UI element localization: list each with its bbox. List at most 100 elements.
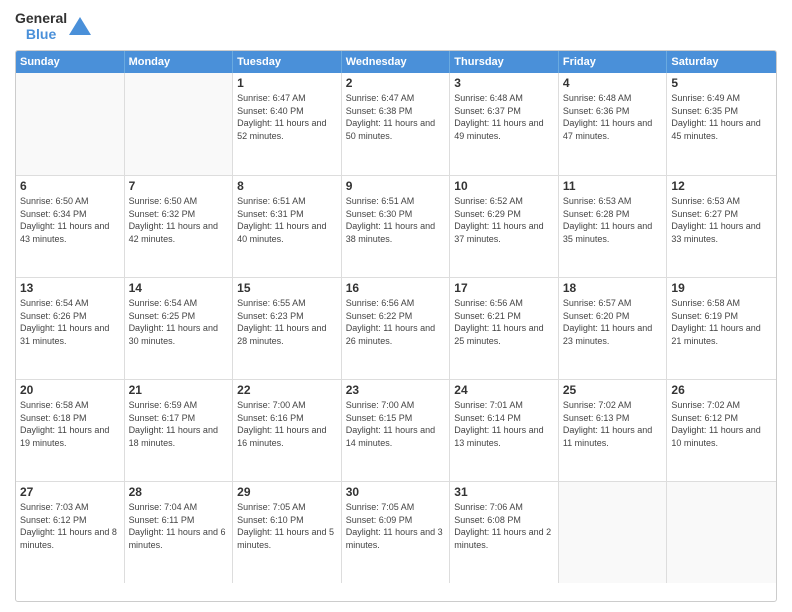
calendar-cell: 9 Sunrise: 6:51 AM Sunset: 6:30 PM Daylig…: [342, 176, 451, 277]
calendar-cell: 28 Sunrise: 7:04 AM Sunset: 6:11 PM Dayli…: [125, 482, 234, 583]
day-info: Sunrise: 6:50 AM Sunset: 6:34 PM Dayligh…: [20, 195, 120, 245]
day-info: Sunrise: 7:05 AM Sunset: 6:09 PM Dayligh…: [346, 501, 446, 551]
day-number: 23: [346, 383, 446, 397]
calendar-cell: 15 Sunrise: 6:55 AM Sunset: 6:23 PM Dayli…: [233, 278, 342, 379]
calendar-cell: 6 Sunrise: 6:50 AM Sunset: 6:34 PM Daylig…: [16, 176, 125, 277]
day-number: 22: [237, 383, 337, 397]
calendar-cell: 7Sunrise: 6:50 AM Sunset: 6:32 PM Daylig…: [125, 176, 234, 277]
calendar-cell: 3 Sunrise: 6:48 AM Sunset: 6:37 PM Daylig…: [450, 73, 559, 175]
day-number: 9: [346, 179, 446, 193]
calendar-row-2: 13 Sunrise: 6:54 AM Sunset: 6:26 PM Dayli…: [16, 277, 776, 379]
day-info: Sunrise: 6:58 AM Sunset: 6:19 PM Dayligh…: [671, 297, 772, 347]
calendar-cell: [667, 482, 776, 583]
calendar-cell: 17Sunrise: 6:56 AM Sunset: 6:21 PM Dayli…: [450, 278, 559, 379]
day-number: 5: [671, 76, 772, 90]
day-info: Sunrise: 6:59 AM Sunset: 6:17 PM Dayligh…: [129, 399, 229, 449]
day-info: Sunrise: 7:04 AM Sunset: 6:11 PM Dayligh…: [129, 501, 229, 551]
day-info: Sunrise: 7:00 AM Sunset: 6:15 PM Dayligh…: [346, 399, 446, 449]
day-info: Sunrise: 6:56 AM Sunset: 6:21 PM Dayligh…: [454, 297, 554, 347]
calendar-cell: 11 Sunrise: 6:53 AM Sunset: 6:28 PM Dayli…: [559, 176, 668, 277]
header-day-thursday: Thursday: [450, 51, 559, 73]
calendar-cell: 8Sunrise: 6:51 AM Sunset: 6:31 PM Daylig…: [233, 176, 342, 277]
header-day-friday: Friday: [559, 51, 668, 73]
day-number: 18: [563, 281, 663, 295]
day-number: 6: [20, 179, 120, 193]
calendar-cell: 4 Sunrise: 6:48 AM Sunset: 6:36 PM Daylig…: [559, 73, 668, 175]
header: GeneralBlue: [15, 10, 777, 42]
day-info: Sunrise: 6:51 AM Sunset: 6:30 PM Dayligh…: [346, 195, 446, 245]
calendar-header: SundayMondayTuesdayWednesdayThursdayFrid…: [16, 51, 776, 73]
day-number: 24: [454, 383, 554, 397]
calendar-cell: 13 Sunrise: 6:54 AM Sunset: 6:26 PM Dayli…: [16, 278, 125, 379]
day-info: Sunrise: 6:49 AM Sunset: 6:35 PM Dayligh…: [671, 92, 772, 142]
calendar-cell: 14 Sunrise: 6:54 AM Sunset: 6:25 PM Dayli…: [125, 278, 234, 379]
day-number: 1: [237, 76, 337, 90]
day-number: 13: [20, 281, 120, 295]
day-info: Sunrise: 6:58 AM Sunset: 6:18 PM Dayligh…: [20, 399, 120, 449]
day-number: 15: [237, 281, 337, 295]
header-day-saturday: Saturday: [667, 51, 776, 73]
calendar-cell: 20Sunrise: 6:58 AM Sunset: 6:18 PM Dayli…: [16, 380, 125, 481]
day-number: 28: [129, 485, 229, 499]
calendar-cell: 19 Sunrise: 6:58 AM Sunset: 6:19 PM Dayli…: [667, 278, 776, 379]
day-number: 2: [346, 76, 446, 90]
calendar-cell: 25 Sunrise: 7:02 AM Sunset: 6:13 PM Dayli…: [559, 380, 668, 481]
day-info: Sunrise: 7:02 AM Sunset: 6:12 PM Dayligh…: [671, 399, 772, 449]
header-day-sunday: Sunday: [16, 51, 125, 73]
calendar: SundayMondayTuesdayWednesdayThursdayFrid…: [15, 50, 777, 602]
calendar-row-3: 20Sunrise: 6:58 AM Sunset: 6:18 PM Dayli…: [16, 379, 776, 481]
day-info: Sunrise: 6:54 AM Sunset: 6:26 PM Dayligh…: [20, 297, 120, 347]
day-number: 31: [454, 485, 554, 499]
day-info: Sunrise: 6:48 AM Sunset: 6:37 PM Dayligh…: [454, 92, 554, 142]
day-info: Sunrise: 6:57 AM Sunset: 6:20 PM Dayligh…: [563, 297, 663, 347]
day-info: Sunrise: 6:48 AM Sunset: 6:36 PM Dayligh…: [563, 92, 663, 142]
day-info: Sunrise: 6:47 AM Sunset: 6:40 PM Dayligh…: [237, 92, 337, 142]
calendar-cell: 24 Sunrise: 7:01 AM Sunset: 6:14 PM Dayli…: [450, 380, 559, 481]
calendar-cell: 10Sunrise: 6:52 AM Sunset: 6:29 PM Dayli…: [450, 176, 559, 277]
day-info: Sunrise: 6:53 AM Sunset: 6:27 PM Dayligh…: [671, 195, 772, 245]
calendar-cell: [16, 73, 125, 175]
day-number: 4: [563, 76, 663, 90]
day-info: Sunrise: 6:55 AM Sunset: 6:23 PM Dayligh…: [237, 297, 337, 347]
logo-icon: [69, 15, 91, 37]
logo-general: General: [15, 10, 67, 26]
logo-blue: Blue: [26, 26, 56, 42]
calendar-cell: 26 Sunrise: 7:02 AM Sunset: 6:12 PM Dayli…: [667, 380, 776, 481]
day-number: 12: [671, 179, 772, 193]
calendar-cell: 29Sunrise: 7:05 AM Sunset: 6:10 PM Dayli…: [233, 482, 342, 583]
day-info: Sunrise: 6:54 AM Sunset: 6:25 PM Dayligh…: [129, 297, 229, 347]
calendar-row-4: 27 Sunrise: 7:03 AM Sunset: 6:12 PM Dayli…: [16, 481, 776, 583]
day-number: 19: [671, 281, 772, 295]
calendar-cell: 27 Sunrise: 7:03 AM Sunset: 6:12 PM Dayli…: [16, 482, 125, 583]
day-info: Sunrise: 6:50 AM Sunset: 6:32 PM Dayligh…: [129, 195, 229, 245]
calendar-row-0: 1 Sunrise: 6:47 AM Sunset: 6:40 PM Daylig…: [16, 73, 776, 175]
calendar-cell: 1 Sunrise: 6:47 AM Sunset: 6:40 PM Daylig…: [233, 73, 342, 175]
day-info: Sunrise: 7:03 AM Sunset: 6:12 PM Dayligh…: [20, 501, 120, 551]
day-number: 21: [129, 383, 229, 397]
day-info: Sunrise: 6:47 AM Sunset: 6:38 PM Dayligh…: [346, 92, 446, 142]
day-number: 27: [20, 485, 120, 499]
page: GeneralBlue SundayMondayTuesdayWednesday…: [0, 0, 792, 612]
day-info: Sunrise: 6:52 AM Sunset: 6:29 PM Dayligh…: [454, 195, 554, 245]
day-info: Sunrise: 6:56 AM Sunset: 6:22 PM Dayligh…: [346, 297, 446, 347]
calendar-cell: 30 Sunrise: 7:05 AM Sunset: 6:09 PM Dayli…: [342, 482, 451, 583]
header-day-tuesday: Tuesday: [233, 51, 342, 73]
day-number: 25: [563, 383, 663, 397]
day-number: 11: [563, 179, 663, 193]
day-info: Sunrise: 7:00 AM Sunset: 6:16 PM Dayligh…: [237, 399, 337, 449]
day-number: 3: [454, 76, 554, 90]
header-day-wednesday: Wednesday: [342, 51, 451, 73]
calendar-cell: 23 Sunrise: 7:00 AM Sunset: 6:15 PM Dayli…: [342, 380, 451, 481]
calendar-cell: 18 Sunrise: 6:57 AM Sunset: 6:20 PM Dayli…: [559, 278, 668, 379]
day-number: 30: [346, 485, 446, 499]
day-info: Sunrise: 6:51 AM Sunset: 6:31 PM Dayligh…: [237, 195, 337, 245]
calendar-cell: 31Sunrise: 7:06 AM Sunset: 6:08 PM Dayli…: [450, 482, 559, 583]
day-info: Sunrise: 6:53 AM Sunset: 6:28 PM Dayligh…: [563, 195, 663, 245]
day-number: 14: [129, 281, 229, 295]
calendar-cell: 5 Sunrise: 6:49 AM Sunset: 6:35 PM Daylig…: [667, 73, 776, 175]
calendar-cell: 21 Sunrise: 6:59 AM Sunset: 6:17 PM Dayli…: [125, 380, 234, 481]
day-info: Sunrise: 7:02 AM Sunset: 6:13 PM Dayligh…: [563, 399, 663, 449]
calendar-cell: [559, 482, 668, 583]
day-info: Sunrise: 7:01 AM Sunset: 6:14 PM Dayligh…: [454, 399, 554, 449]
day-number: 26: [671, 383, 772, 397]
